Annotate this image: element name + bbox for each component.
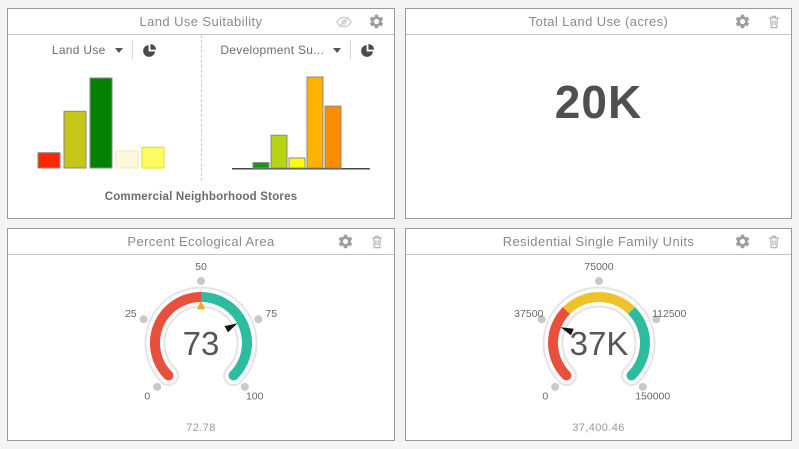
selector-label: Development Su...: [220, 43, 324, 57]
svg-text:75000: 75000: [584, 261, 613, 273]
svg-text:150000: 150000: [635, 391, 670, 403]
divider: [350, 40, 351, 60]
header-icons: [335, 9, 385, 34]
svg-text:50: 50: [195, 261, 207, 273]
dashboard: Land Use Suitability: [0, 0, 799, 449]
chart-column-development-suitability: Development Su...: [201, 35, 395, 181]
svg-text:37500: 37500: [514, 308, 543, 320]
gauge-residential-units: 0 37500 75000 112500 150000 37K: [406, 255, 791, 417]
chart-columns: Land Use Development Su..: [8, 35, 394, 181]
gear-icon[interactable]: [734, 233, 751, 250]
chevron-down-icon: [333, 48, 341, 53]
svg-text:100: 100: [246, 391, 264, 403]
panel-percent-ecological-area: Percent Ecological Area 0 25 50 75 100 73 72.…: [7, 228, 395, 441]
svg-text:112500: 112500: [652, 308, 686, 320]
selector-label: Land Use: [52, 43, 106, 57]
bar-chart-development-suitability[interactable]: [202, 65, 395, 170]
svg-text:37K: 37K: [570, 325, 629, 362]
bar-chart-land-use[interactable]: [8, 65, 201, 170]
gauge-exact-value: 37,400.46: [406, 422, 791, 434]
development-suitability-field-selector[interactable]: Development Su...: [220, 43, 341, 57]
panel-body: 0 25 50 75 100 73 72.78: [8, 255, 394, 440]
panel-body: 0 37500 75000 112500 150000 37K 37,400.46: [406, 255, 791, 440]
header-icons: [734, 9, 782, 34]
chart-column-land-use: Land Use: [8, 35, 201, 181]
pie-chart-icon[interactable]: [142, 43, 157, 58]
chevron-down-icon: [115, 48, 123, 53]
header-icons: [734, 229, 782, 254]
land-use-field-selector[interactable]: Land Use: [52, 43, 123, 57]
gear-icon[interactable]: [368, 13, 385, 30]
page-title: Residential Single Family Units: [503, 234, 695, 249]
gauge-exact-value: 72.78: [8, 422, 394, 434]
divider: [132, 40, 133, 60]
panel-header: Residential Single Family Units: [406, 229, 791, 255]
panel-body: Land Use Development Su..: [8, 35, 394, 218]
panel-header: Total Land Use (acres): [406, 9, 791, 35]
svg-text:73: 73: [183, 325, 220, 362]
gauge-percent-ecological: 0 25 50 75 100 73: [8, 255, 394, 417]
trash-icon[interactable]: [369, 234, 385, 250]
panel-residential-units: Residential Single Family Units 0 37500 75…: [405, 228, 792, 441]
pie-chart-icon[interactable]: [360, 43, 375, 58]
panel-total-land-use: Total Land Use (acres) 20K 19,565.38: [405, 8, 792, 219]
category-label: Commercial Neighborhood Stores: [8, 191, 394, 203]
svg-text:0: 0: [144, 391, 150, 403]
page-title: Total Land Use (acres): [529, 14, 669, 29]
svg-text:25: 25: [125, 308, 137, 320]
controls-row: Development Su...: [202, 35, 395, 65]
trash-icon[interactable]: [766, 234, 782, 250]
indicator-value: 20K: [406, 75, 791, 129]
panel-header: Percent Ecological Area: [8, 229, 394, 255]
svg-text:75: 75: [265, 308, 277, 320]
visibility-off-icon[interactable]: [335, 13, 353, 31]
panel-land-use-suitability: Land Use Suitability: [7, 8, 395, 219]
controls-row: Land Use: [8, 35, 201, 65]
page-title: Land Use Suitability: [140, 14, 263, 29]
gear-icon[interactable]: [337, 233, 354, 250]
svg-text:0: 0: [542, 391, 548, 403]
page-title: Percent Ecological Area: [127, 234, 274, 249]
trash-icon[interactable]: [766, 14, 782, 30]
header-icons: [337, 229, 385, 254]
panel-header: Land Use Suitability: [8, 9, 394, 35]
gear-icon[interactable]: [734, 13, 751, 30]
